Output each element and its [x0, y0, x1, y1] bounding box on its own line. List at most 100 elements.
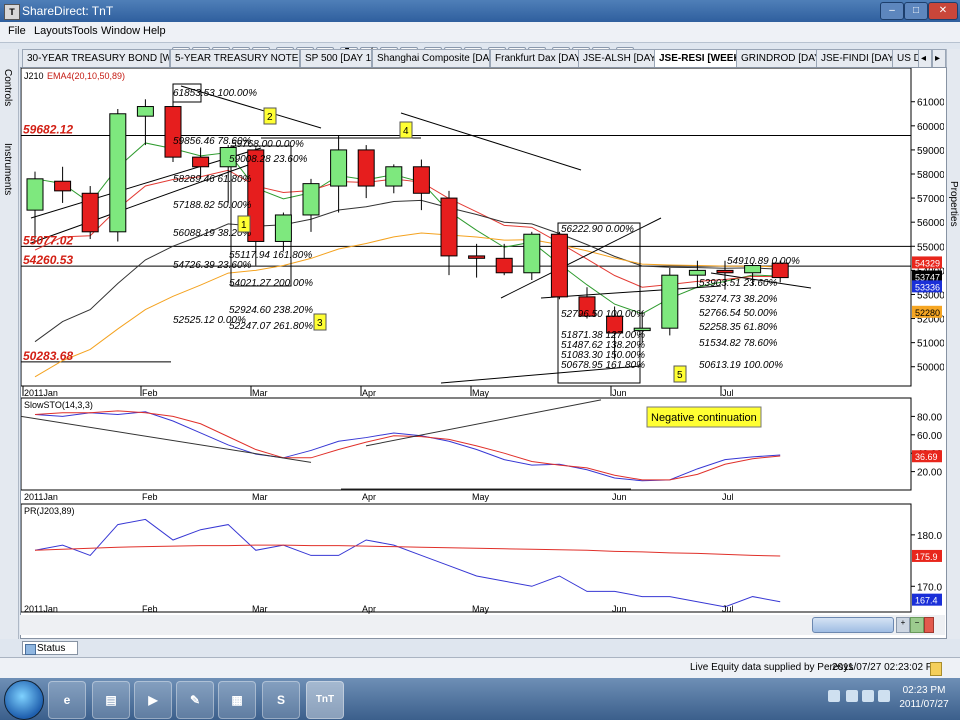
pr-month-label: 2011Jan — [24, 604, 58, 614]
stoch-month-label: Jul — [722, 492, 734, 502]
chart-area[interactable]: 6100060000590005800057000560005500054000… — [20, 67, 947, 639]
horizontal-scrollbar[interactable] — [812, 617, 894, 633]
stoch-tick-label: 80.00 — [917, 412, 942, 423]
menu-tools[interactable]: Tools — [72, 25, 98, 37]
fib-level-label: 54726.39 23.60% — [173, 260, 252, 271]
tab-sp500[interactable]: SP 500 [DAY 1] — [300, 49, 372, 67]
zoom-out-icon[interactable]: − — [910, 617, 924, 633]
reset-icon[interactable] — [924, 617, 934, 633]
fib-level-label: 57188.82 50.00% — [173, 200, 252, 211]
bull-candle — [26, 178, 44, 211]
stoch-month-label: Mar — [252, 492, 268, 502]
menu-file[interactable]: File — [8, 25, 26, 37]
red-level-label: 59682.12 — [23, 122, 73, 136]
right-sidebar: Properties — [946, 49, 960, 639]
fib-level-label: 56222.90 0.00% — [561, 224, 634, 235]
bull-candle — [302, 183, 320, 216]
status-log-tab[interactable]: Status Log — [22, 641, 78, 668]
bull-candle — [136, 106, 154, 117]
taskbar: e ▤ ▶ ✎ ▦ S TnT 02:23 PM 2011/07/27 — [0, 678, 960, 720]
tray-network-icon[interactable] — [862, 690, 874, 702]
pr-month-label: Mar — [252, 604, 268, 614]
bear-candle — [81, 192, 99, 233]
status-bar: Live Equity data supplied by Peresys 201… — [0, 657, 960, 679]
stoch-month-label: May — [472, 492, 490, 502]
bull-candle — [330, 149, 348, 187]
maximize-button[interactable]: □ — [904, 2, 928, 20]
window-title: ShareDirect: TnT — [22, 4, 114, 18]
taskbar-doc[interactable]: ▦ — [218, 681, 256, 719]
fib-level-label: 54910.89 0.00% — [727, 256, 800, 267]
stoch-trendline — [365, 399, 602, 447]
tab-dax[interactable]: Frankfurt Dax [DAY 1] — [490, 49, 580, 67]
main-panel-frame — [21, 68, 912, 387]
bear-candle — [164, 106, 182, 158]
menu-help[interactable]: Help — [143, 25, 166, 37]
clock-date: 2011/07/27 — [899, 699, 949, 710]
price-tick-label: 61000 — [917, 98, 944, 109]
tab-shanghai[interactable]: Shanghai Composite [DAY 1] — [372, 49, 490, 67]
wave-label: 5 — [677, 370, 683, 381]
fib-level-label: 52258.35 61.80% — [699, 322, 778, 333]
menu-layouts[interactable]: Layouts — [34, 25, 73, 37]
taskbar-ie[interactable]: e — [48, 681, 86, 719]
fib-level-label: 52796.50 100.00% — [561, 309, 645, 320]
month-label: Mar — [252, 388, 268, 398]
tab-grindrod[interactable]: GRINDROD [DAY 1] — [736, 49, 818, 67]
stoch-panel-frame — [21, 397, 912, 491]
tab-scroll-left[interactable]: ◂ — [918, 49, 932, 67]
bull-candle — [523, 233, 541, 274]
month-label: 2011Jan — [24, 388, 58, 398]
tray-flag-icon[interactable] — [846, 690, 858, 702]
tab-30yr-bond[interactable]: 30-YEAR TREASURY BOND [WEEK 1] — [22, 49, 170, 67]
pr-badge: 167.4 — [915, 596, 938, 606]
pr-month-label: Feb — [142, 604, 158, 614]
wave-label: 2 — [267, 112, 273, 123]
start-button[interactable] — [4, 680, 44, 720]
bull-candle — [688, 269, 706, 276]
properties-tab[interactable]: Properties — [948, 181, 959, 227]
chart-svg[interactable]: 6100060000590005800057000560005500054000… — [21, 68, 944, 616]
fib-level-label: 52247.07 261.80% — [229, 321, 313, 332]
tab-jse-alsh[interactable]: JSE-ALSH [DAY 1] — [578, 49, 660, 67]
taskbar-paint[interactable]: ✎ — [176, 681, 214, 719]
tray-volume-icon[interactable] — [878, 690, 890, 702]
month-label: Apr — [362, 388, 376, 398]
tab-5yr-note[interactable]: 5-YEAR TREASURY NOTE [DAY 1] — [170, 49, 300, 67]
taskbar-tnt[interactable]: TnT — [306, 681, 344, 719]
price-tick-label: 55000 — [917, 242, 944, 253]
instruments-tab[interactable]: Instruments — [2, 143, 13, 195]
system-clock[interactable]: 02:23 PM 2011/07/27 — [896, 684, 952, 712]
close-button[interactable]: ✕ — [928, 2, 958, 20]
menu-window[interactable]: Window — [101, 25, 140, 37]
taskbar-media[interactable]: ▶ — [134, 681, 172, 719]
pr-line — [34, 518, 781, 608]
wave-label: 3 — [317, 318, 323, 329]
bull-candle — [385, 166, 403, 187]
taskbar-explorer[interactable]: ▤ — [92, 681, 130, 719]
bear-candle — [468, 255, 486, 259]
minimize-button[interactable]: – — [880, 2, 904, 20]
pr-month-label: Jun — [612, 604, 627, 614]
zoom-in-icon[interactable]: + — [896, 617, 910, 633]
tray-arrow-icon[interactable] — [828, 690, 840, 702]
price-tick-label: 50000 — [917, 363, 944, 374]
tab-scroll-right[interactable]: ▸ — [932, 49, 946, 67]
pr-label: PR(J203,89) — [24, 506, 75, 516]
bear-candle — [192, 156, 210, 168]
pr-badge: 175.9 — [915, 552, 938, 562]
bear-candle — [550, 233, 568, 298]
clock-time: 02:23 PM — [902, 685, 946, 696]
tab-jse-findi[interactable]: JSE-FINDI [DAY 1] — [816, 49, 894, 67]
price-tick-label: 60000 — [917, 122, 944, 133]
chart-tabs: 30-YEAR TREASURY BOND [WEEK 1] 5-YEAR TR… — [22, 49, 946, 68]
controls-tab[interactable]: Controls — [2, 69, 13, 106]
app-icon: T — [4, 4, 20, 20]
ema-red-line — [34, 169, 781, 288]
tab-jse-resi[interactable]: JSE-RESI [WEEK 1] — [654, 49, 740, 68]
bull-candle — [661, 274, 679, 329]
taskbar-skype[interactable]: S — [262, 681, 300, 719]
month-label: May — [472, 388, 490, 398]
stoch-month-label: Apr — [362, 492, 376, 502]
menu-bar: File Layouts Tools Window Help ▫ ▭ ▥ ▦ ≡… — [0, 22, 960, 64]
